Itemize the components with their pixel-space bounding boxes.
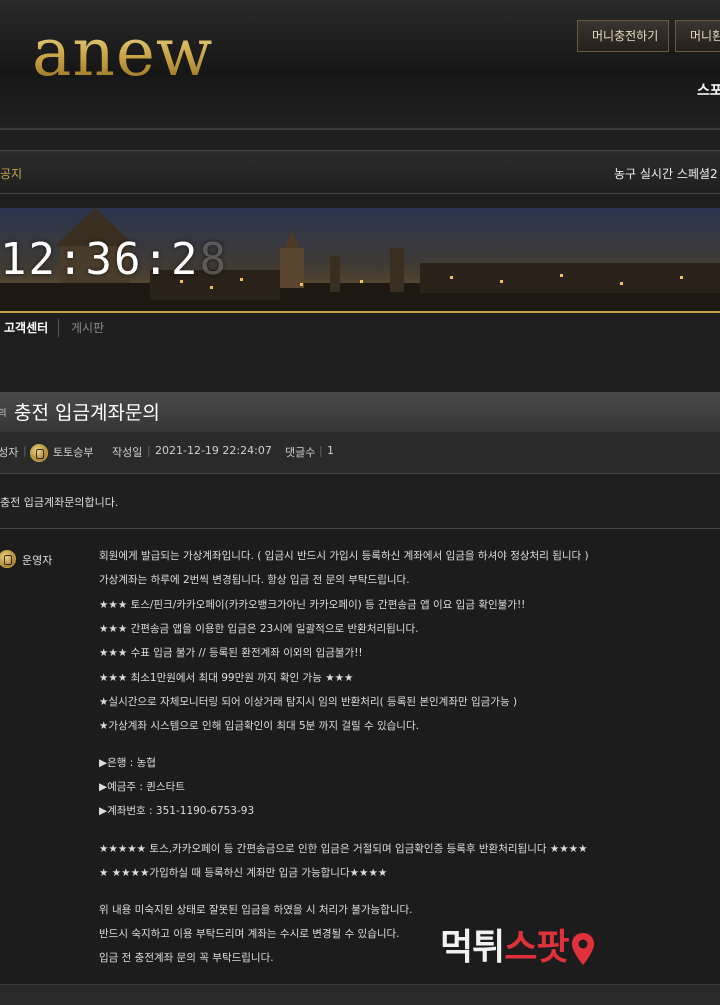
post-meta: 작성자 | 토토승부 작성일 | 2021-12-19 22:24:07 댓글수… (0, 432, 720, 474)
tab-divider (58, 319, 59, 337)
nav-item-sports[interactable]: 스포 (697, 80, 720, 100)
meta-separator: | (319, 444, 323, 457)
user-level-icon (30, 444, 48, 462)
reply-comment: 운영자 회원에게 발급되는 가상계좌입니다. ( 입금시 반드시 가입시 등록하… (0, 532, 720, 984)
operator-level-icon (0, 550, 16, 568)
reply-line: 가상계좌는 하루에 2번씩 변경됩니다. 항상 입금 전 문의 부탁드립니다. (99, 574, 410, 586)
reply-line: 회원에게 발급되는 가상계좌입니다. ( 입금시 반드시 가입시 등록하신 계좌… (99, 550, 589, 562)
reply-line: ★실시간으로 자체모니터링 되어 이상거래 탐지시 임의 반환처리( 등록된 본… (99, 696, 518, 708)
watermark-text-2: 스팟 (504, 927, 569, 968)
tab-board[interactable]: 게시판 (71, 319, 104, 336)
meta-separator: | (147, 444, 151, 457)
post-author[interactable]: 토토승부 (53, 444, 93, 460)
comment-count: 1 (327, 444, 334, 457)
post-content: 충전 입금계좌문의합니다. (0, 496, 119, 509)
footer-bar (0, 984, 720, 1005)
reply-line: 반드시 숙지하고 이용 부탁드리며 계좌는 수시로 변경될 수 있습니다. (99, 928, 400, 940)
reply-line: ★가상계좌 시스템으로 인해 입금확인이 최대 5분 까지 걸릴 수 있습니다. (99, 720, 419, 732)
notice-bar: 공지 농구 실시간 스페셜2 예 (0, 150, 720, 194)
watermark-logo: 먹튀스팟 (440, 918, 595, 970)
post-title: 충전 입금계좌문의 (14, 402, 160, 424)
post-title-bar: 문의 충전 입금계좌문의 (0, 392, 720, 432)
notice-label: 공지 (0, 167, 23, 181)
reply-author: 운영자 (22, 554, 53, 567)
location-pin-icon (571, 933, 594, 965)
tab-customer-center[interactable]: 고객센터 (4, 319, 48, 336)
clock-time: 12:36:2 (0, 234, 200, 285)
date-label: 작성일 (112, 446, 143, 459)
account-holder: ▶예금주 : 퀸스타트 (99, 781, 185, 793)
money-exchange-button[interactable]: 머니환 (675, 20, 720, 52)
clock-dim-digit: 8 (199, 234, 228, 285)
reply-line: ★★★ 최소1만원에서 최대 99만원 까지 확인 가능 ★★★ (99, 672, 354, 684)
money-charge-button[interactable]: 머니충전하기 (577, 20, 669, 52)
reply-line: ★ ★★★★가입하실 때 등록하신 계좌만 입금 가능합니다★★★★ (99, 867, 388, 879)
header-divider (0, 128, 720, 130)
comments-label: 댓글수 (285, 446, 316, 459)
notice-ticker[interactable]: 농구 실시간 스페셜2 예 (614, 165, 720, 182)
post-body: 충전 입금계좌문의합니다. (0, 474, 720, 529)
post-date: 2021-12-19 22:24:07 (155, 444, 272, 457)
reply-line: 위 내용 미숙지된 상태로 잘못된 입금을 하였을 시 처리가 불가능합니다. (99, 904, 413, 916)
digital-clock: 12:36:28 (0, 234, 228, 285)
reply-line: 입금 전 충전계좌 문의 꼭 부탁드립니다. (99, 952, 274, 964)
site-logo[interactable]: anew (32, 20, 213, 86)
sub-tabs: 고객센터 게시판 (0, 313, 720, 343)
account-number: ▶계좌번호 : 351-1190-6753-93 (99, 805, 255, 817)
meta-separator: | (23, 444, 27, 457)
author-label: 작성자 (0, 446, 19, 459)
reply-line: ★★★ 간편송금 앱을 이용한 입금은 23시에 일괄적으로 반환처리됩니다. (99, 623, 419, 635)
bank-name: ▶은행 : 농협 (99, 757, 156, 769)
watermark-text-1: 먹튀 (440, 927, 505, 968)
site-header: anew 머니충전하기 머니환 스포 (0, 0, 720, 130)
banner-image: 12:36:28 (0, 208, 720, 313)
reply-line: ★★★★★ 토스,카카오페이 등 간편송금으로 인한 입금은 거절되며 입금확인… (99, 843, 588, 855)
post-category: 문의 (0, 409, 7, 419)
reply-line: ★★★ 토스/핀크/카카오페이(카카오뱅크가아닌 카카오페이) 등 간편송금 앱… (99, 599, 526, 611)
reply-line: ★★★ 수표 입금 불가 // 등록된 환전계좌 이외의 입금불가!! (99, 647, 363, 659)
